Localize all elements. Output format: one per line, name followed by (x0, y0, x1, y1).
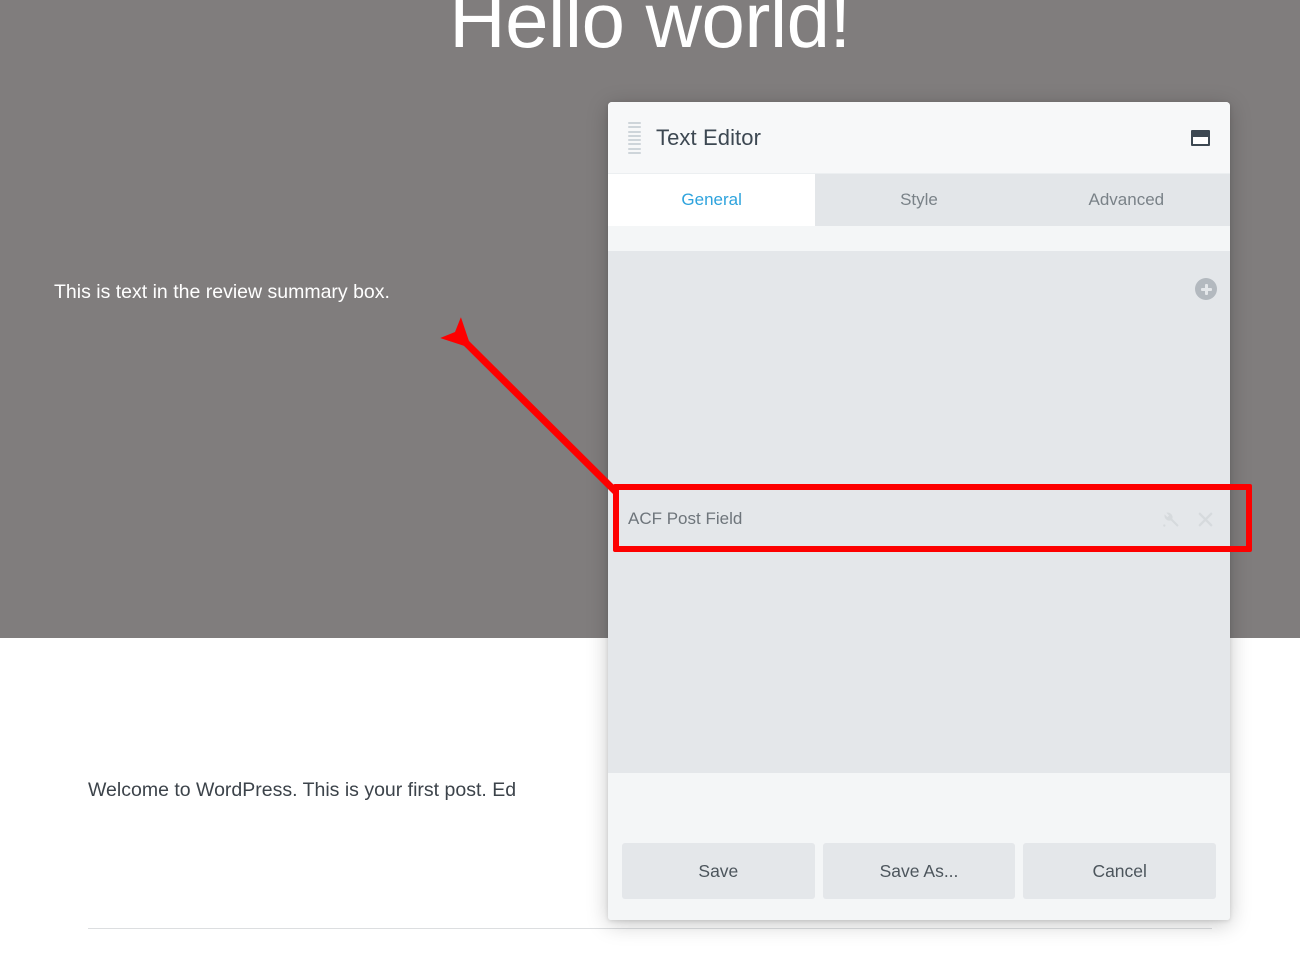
maximize-button[interactable] (1186, 124, 1214, 152)
plus-circle-icon[interactable] (1195, 278, 1217, 300)
wrench-icon[interactable] (1159, 508, 1181, 530)
content-divider (88, 928, 1212, 929)
modal-title: Text Editor (656, 124, 762, 150)
modal-footer: Save Save As... Cancel (608, 836, 1230, 920)
module-list-upper (608, 251, 1230, 489)
acf-post-field-label: ACF Post Field (628, 509, 743, 528)
modal-body-filler (608, 773, 1230, 836)
save-as-button[interactable]: Save As... (822, 843, 1016, 899)
field-row-actions (1159, 508, 1216, 530)
modal-titlebar[interactable]: Text Editor (608, 102, 1230, 174)
text-editor-modal: Text Editor General Style Advanced ACF P… (608, 102, 1230, 920)
acf-post-field-row[interactable]: ACF Post Field (608, 489, 1230, 549)
drag-handle-icon[interactable] (628, 122, 641, 154)
tab-general[interactable]: General (608, 174, 816, 226)
module-list-lower (608, 549, 1230, 773)
maximize-window-icon (1190, 129, 1210, 146)
close-x-icon[interactable] (1194, 508, 1216, 530)
tab-advanced[interactable]: Advanced (1022, 174, 1230, 226)
page-title: Hello world! (449, 0, 851, 64)
review-summary-text: This is text in the review summary box. (54, 281, 390, 303)
cancel-button[interactable]: Cancel (1023, 843, 1217, 899)
tab-style[interactable]: Style (815, 174, 1023, 226)
content-top-spacer (608, 226, 1230, 251)
save-button[interactable]: Save (622, 843, 815, 899)
modal-tabs: General Style Advanced (608, 174, 1230, 226)
post-paragraph: Welcome to WordPress. This is your first… (88, 779, 517, 801)
modal-body: ACF Post Field (608, 226, 1230, 836)
